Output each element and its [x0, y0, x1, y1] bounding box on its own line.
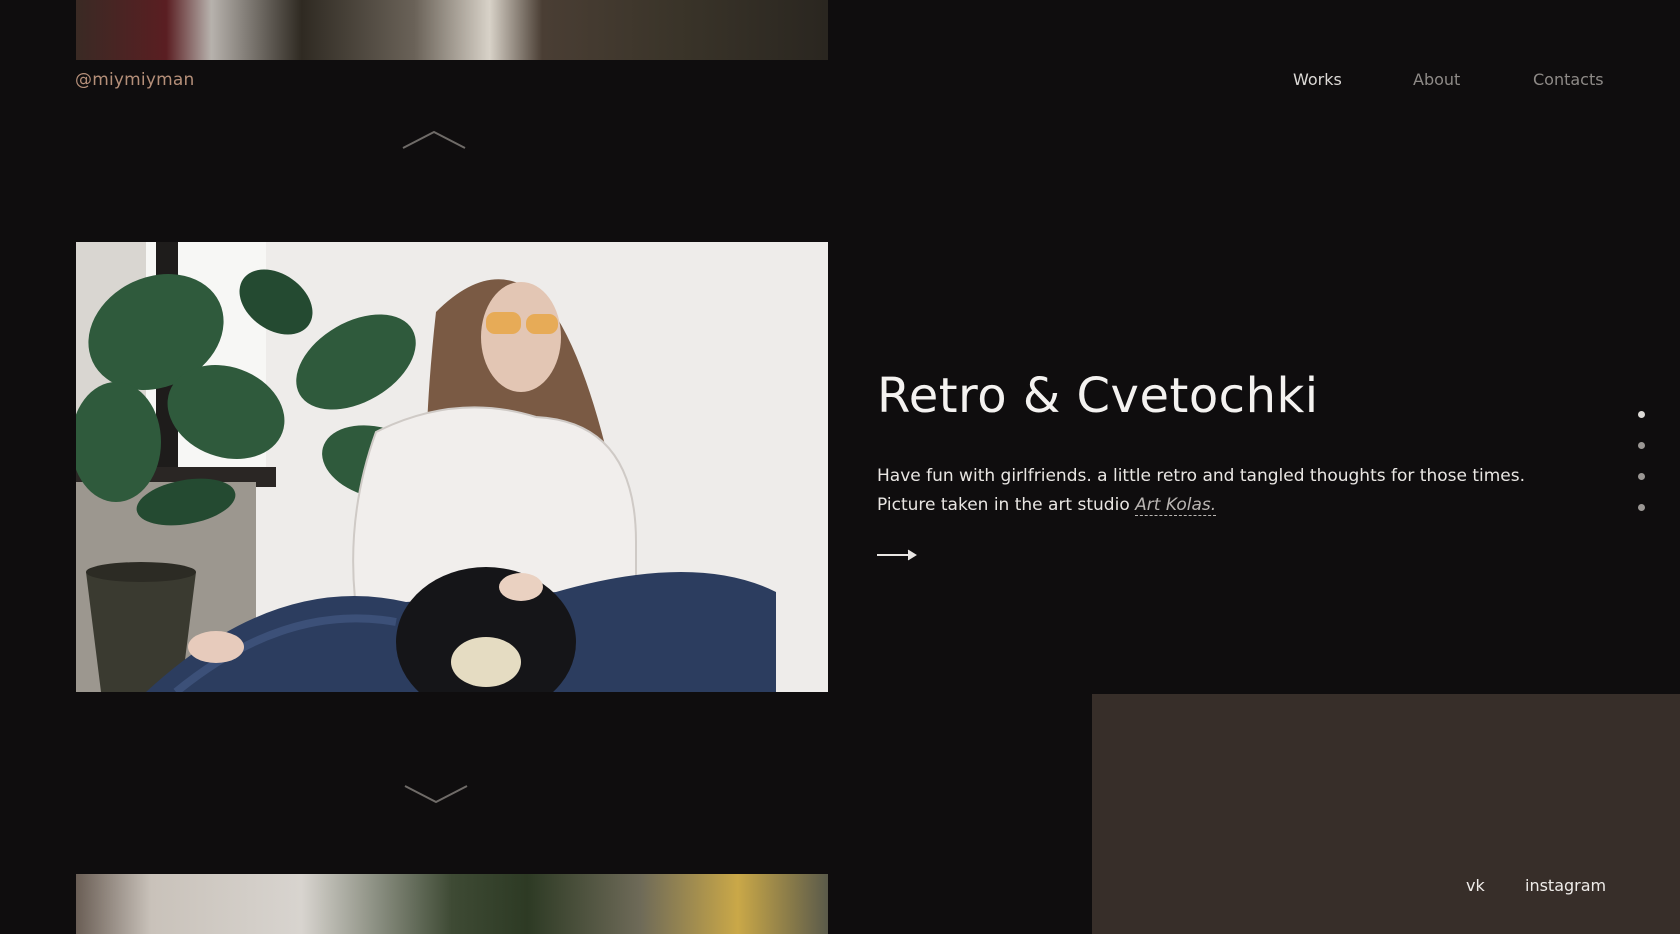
chevron-down-icon[interactable] [403, 782, 469, 806]
arrow-right-icon[interactable] [877, 547, 919, 563]
page: @miymiyman Works About Contacts Retro & … [0, 0, 1680, 934]
work-title: Retro & Cvetochki [877, 368, 1319, 424]
work-description: Have fun with girlfriends. a little retr… [877, 462, 1577, 520]
art-studio-link[interactable]: Art Kolas. [1135, 495, 1217, 516]
nav-contacts[interactable]: Contacts [1533, 70, 1604, 89]
work-photo-illustration [76, 242, 828, 692]
next-work-photo[interactable] [76, 874, 828, 934]
slide-pagination [1638, 411, 1648, 521]
nav-about[interactable]: About [1413, 70, 1460, 89]
previous-work-photo[interactable] [76, 0, 828, 60]
pagination-dot[interactable] [1638, 442, 1645, 449]
footer-panel [1092, 694, 1680, 934]
chevron-up-icon[interactable] [401, 128, 467, 152]
main-nav: Works About Contacts [0, 70, 1680, 94]
vk-link[interactable]: vk [1466, 876, 1485, 895]
work-photo [76, 242, 828, 692]
nav-works[interactable]: Works [1293, 70, 1342, 89]
pagination-dot[interactable] [1638, 411, 1645, 418]
pagination-dot[interactable] [1638, 473, 1645, 480]
pagination-dot[interactable] [1638, 504, 1645, 511]
instagram-link[interactable]: instagram [1525, 876, 1606, 895]
